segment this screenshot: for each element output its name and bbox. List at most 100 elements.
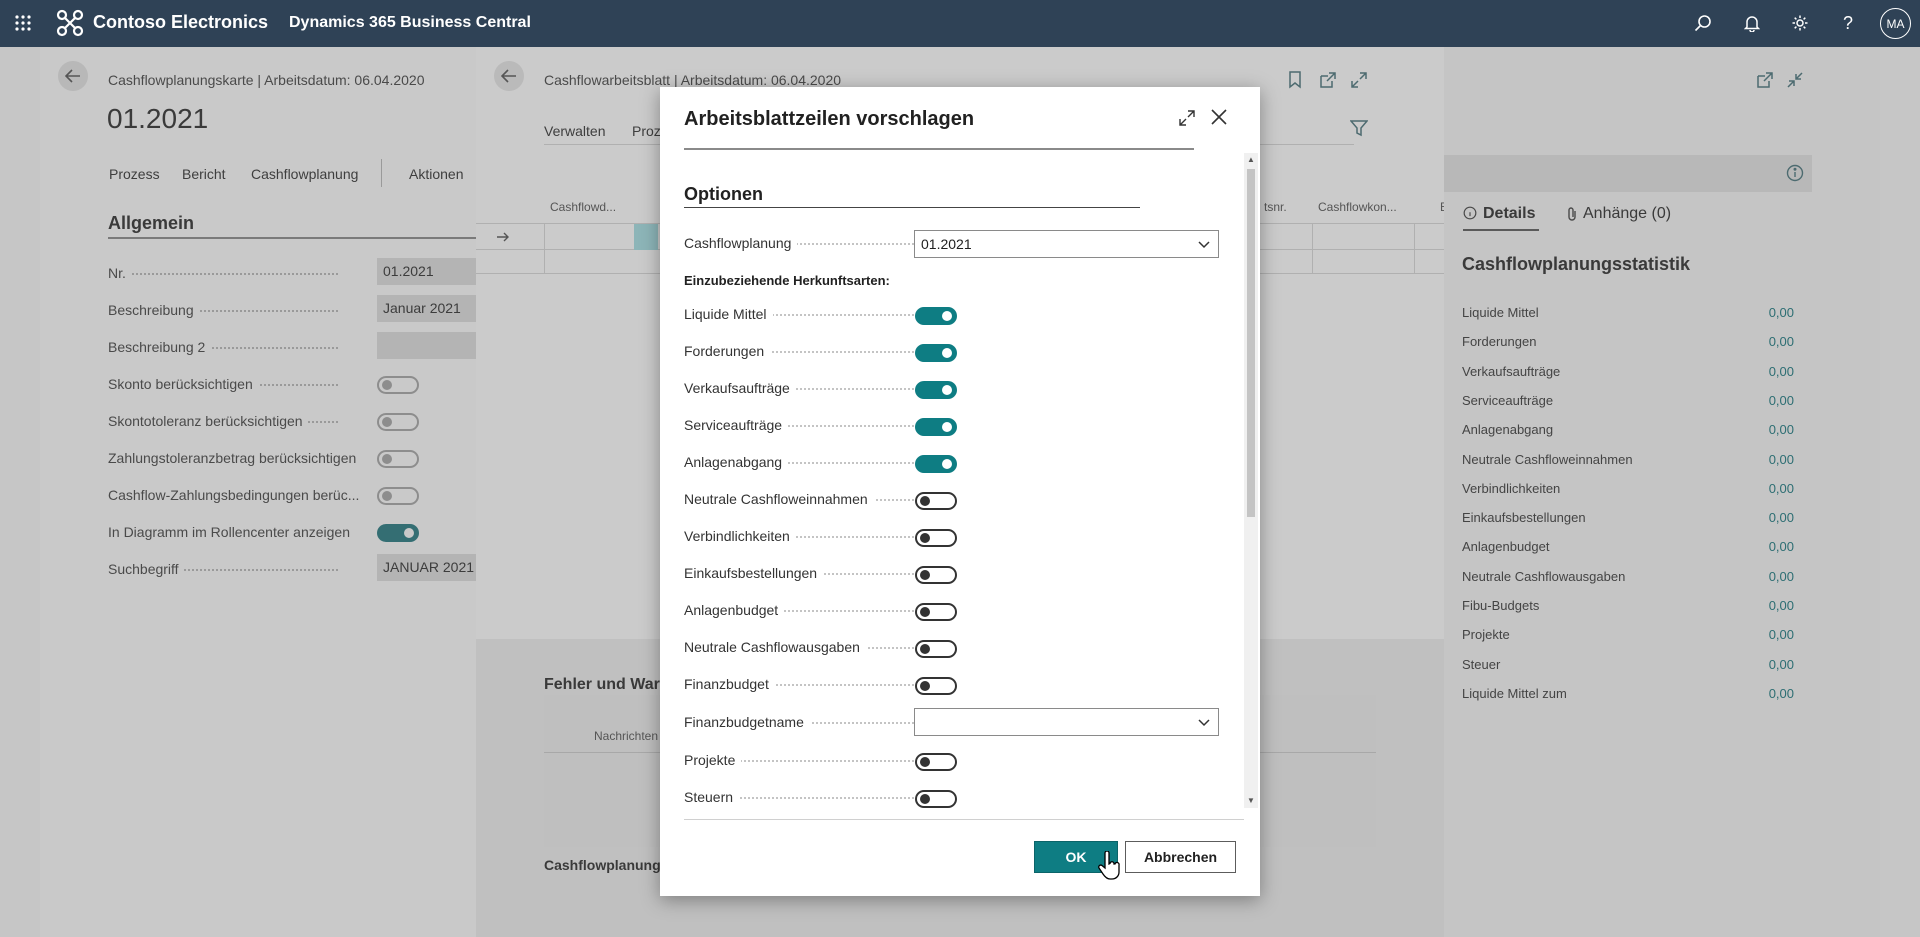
field-label: Nr. <box>108 265 131 281</box>
action-prozess[interactable]: Prozess <box>109 166 160 182</box>
selected-cell[interactable] <box>634 224 658 250</box>
dialog-content: Optionen Cashflowplanung 01.2021 Einzube… <box>660 87 1260 827</box>
source-toggle[interactable] <box>915 529 957 547</box>
stat-value[interactable]: 0,00 <box>1754 452 1794 467</box>
source-toggle[interactable] <box>915 753 957 771</box>
toggle-zahlungstoleranz[interactable] <box>377 450 419 468</box>
section-underline <box>108 237 490 239</box>
stat-label: Projekte <box>1462 627 1510 643</box>
bottom-section-title[interactable]: Cashflowplanungs <box>544 857 668 873</box>
toggle-rollencenter[interactable] <box>377 524 419 542</box>
action-aktionen[interactable]: Aktionen <box>409 166 463 182</box>
stat-value[interactable]: 0,00 <box>1754 598 1794 613</box>
scrollbar-thumb[interactable] <box>1247 169 1255 517</box>
col-header[interactable]: Cashflowd... <box>550 200 616 214</box>
field-beschreibung[interactable]: Januar 2021 <box>377 295 490 322</box>
stat-value[interactable]: 0,00 <box>1754 627 1794 642</box>
stat-label: Forderungen <box>1462 334 1537 350</box>
info-icon[interactable] <box>1786 164 1804 187</box>
expand-icon[interactable] <box>1350 71 1368 94</box>
product-name[interactable]: Dynamics 365 Business Central <box>289 14 531 32</box>
footer-divider <box>684 819 1244 820</box>
action-bericht[interactable]: Bericht <box>182 166 226 182</box>
field-label: Skonto berücksichtigen <box>108 376 258 392</box>
filter-icon[interactable] <box>1349 119 1369 142</box>
cancel-button[interactable]: Abbrechen <box>1125 841 1236 873</box>
bookmark-icon[interactable] <box>1288 71 1302 94</box>
stat-label: Serviceaufträge <box>1462 392 1554 408</box>
source-toggle[interactable] <box>915 307 957 325</box>
stat-value[interactable]: 0,00 <box>1754 539 1794 554</box>
source-toggle[interactable] <box>915 640 957 658</box>
bell-icon[interactable] <box>1739 10 1765 36</box>
section-allgemein[interactable]: Allgemein <box>108 213 194 234</box>
col-header[interactable]: tsnr. <box>1264 200 1287 214</box>
field-label: Cashflow-Zahlungsbedingungen berüc... <box>108 487 365 503</box>
source-toggle[interactable] <box>915 381 957 399</box>
dialog-scrollbar[interactable]: ▲ ▼ <box>1244 153 1258 808</box>
source-toggle[interactable] <box>915 344 957 362</box>
errors-title[interactable]: Fehler und Warn <box>544 676 670 694</box>
suggest-lines-dialog: Arbeitsblattzeilen vorschlagen Optionen … <box>660 87 1260 896</box>
tab-anhaenge[interactable]: Anhänge (0) <box>1583 205 1671 223</box>
row-arrow-icon <box>496 230 510 248</box>
toggle-label: Liquide Mittel <box>684 306 773 322</box>
menu-prozess[interactable]: Proz <box>632 123 661 139</box>
scroll-up-icon[interactable]: ▲ <box>1247 155 1255 164</box>
search-icon[interactable] <box>1690 10 1716 36</box>
source-toggle[interactable] <box>915 418 957 436</box>
breadcrumb: Cashflowarbeitsblatt | Arbeitsdatum: 06.… <box>544 72 842 88</box>
toggle-label: Serviceaufträge <box>684 417 789 433</box>
stat-value[interactable]: 0,00 <box>1754 393 1794 408</box>
back-icon[interactable] <box>494 61 524 91</box>
finanzbudgetname-label: Finanzbudgetname <box>684 714 810 730</box>
back-icon[interactable] <box>58 61 88 91</box>
col-header[interactable]: Cashflowkon... <box>1318 200 1397 214</box>
stat-value[interactable]: 0,00 <box>1754 510 1794 525</box>
source-toggle[interactable] <box>915 603 957 621</box>
chevron-down-icon <box>1197 715 1211 732</box>
toggle-label: Finanzbudget <box>684 676 775 692</box>
open-new-window-icon[interactable] <box>1319 71 1337 94</box>
messages-column[interactable]: Nachrichten <box>594 729 658 743</box>
field-suchbegriff[interactable]: JANUAR 2021 <box>377 554 490 581</box>
stat-value[interactable]: 0,00 <box>1754 334 1794 349</box>
scroll-down-icon[interactable]: ▼ <box>1247 796 1255 805</box>
source-toggle[interactable] <box>915 566 957 584</box>
menu-verwalten[interactable]: Verwalten <box>544 123 605 139</box>
stat-value[interactable]: 0,00 <box>1754 305 1794 320</box>
stat-value[interactable]: 0,00 <box>1754 569 1794 584</box>
field-nr[interactable]: 01.2021 <box>377 258 490 285</box>
tab-details[interactable]: Details <box>1483 205 1535 223</box>
field-beschreibung-2[interactable] <box>377 332 490 359</box>
cashflowplanung-label: Cashflowplanung <box>684 235 798 251</box>
source-toggle[interactable] <box>915 677 957 695</box>
factbox-title[interactable]: Cashflowplanungsstatistik <box>1462 254 1690 275</box>
toggle-skontotoleranz[interactable] <box>377 413 419 431</box>
help-icon[interactable]: ? <box>1835 10 1861 36</box>
source-toggle[interactable] <box>915 492 957 510</box>
stat-value[interactable]: 0,00 <box>1754 657 1794 672</box>
toggle-label: Projekte <box>684 752 742 768</box>
finanzbudgetname-select[interactable] <box>914 708 1219 736</box>
breadcrumb: Cashflowplanungskarte | Arbeitsdatum: 06… <box>108 72 425 88</box>
stat-label: Neutrale Cashflowausgaben <box>1462 568 1626 584</box>
tab-underline <box>1463 229 1539 231</box>
gear-icon[interactable] <box>1787 10 1813 36</box>
toggle-zahlungsbedingungen[interactable] <box>377 487 419 505</box>
stat-value[interactable]: 0,00 <box>1754 364 1794 379</box>
action-cashflowplanung[interactable]: Cashflowplanung <box>251 166 358 182</box>
avatar[interactable]: MA <box>1880 8 1911 39</box>
toggle-skonto[interactable] <box>377 376 419 394</box>
stat-value[interactable]: 0,00 <box>1754 686 1794 701</box>
source-toggle[interactable] <box>915 790 957 808</box>
app-launcher-icon[interactable] <box>10 10 36 36</box>
cashflowplanung-select[interactable]: 01.2021 <box>914 230 1219 258</box>
stat-value[interactable]: 0,00 <box>1754 481 1794 496</box>
section-optionen[interactable]: Optionen <box>684 184 763 205</box>
chevron-down-icon <box>1197 237 1211 254</box>
open-new-window-icon[interactable] <box>1756 71 1774 94</box>
collapse-icon[interactable] <box>1786 71 1804 94</box>
stat-value[interactable]: 0,00 <box>1754 422 1794 437</box>
source-toggle[interactable] <box>915 455 957 473</box>
